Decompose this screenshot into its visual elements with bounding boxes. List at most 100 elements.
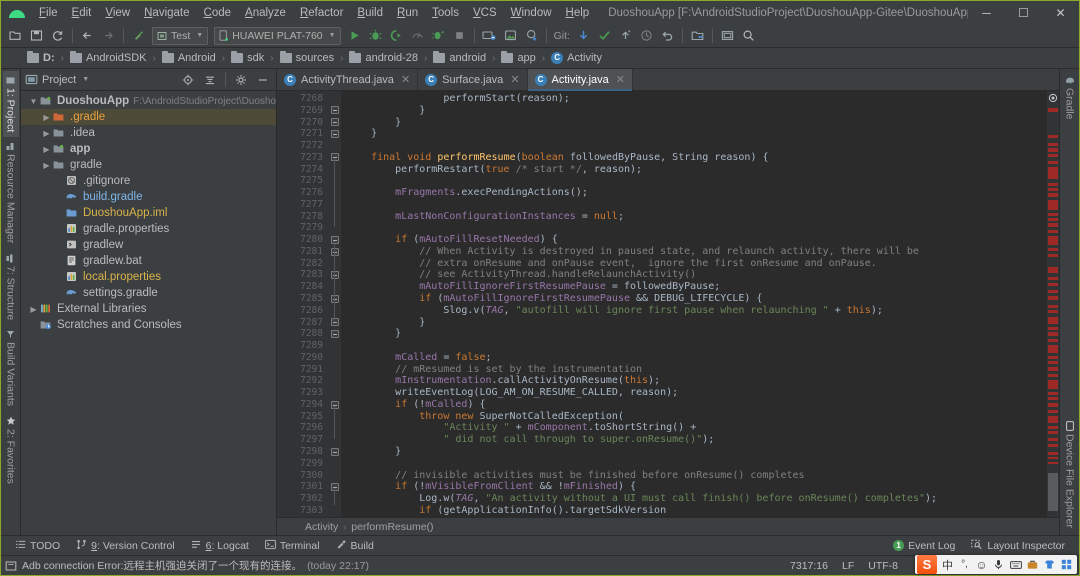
close-icon[interactable]: ✕ [401, 73, 410, 86]
save-all-icon[interactable] [26, 26, 47, 46]
error-marker[interactable] [1048, 277, 1058, 280]
tree-node-gradle[interactable]: ▶gradle [21, 157, 276, 173]
file-encoding[interactable]: UTF-8 [861, 560, 905, 572]
error-marker[interactable] [1048, 135, 1058, 138]
scrollbar-thumb[interactable] [1048, 473, 1058, 511]
punctuation-icon[interactable]: °, [956, 556, 973, 573]
rail-button-2--favorites[interactable]: 2: Favorites [3, 411, 19, 489]
sogou-ime-logo-icon[interactable]: S [917, 555, 937, 574]
emoji-icon[interactable]: ☺ [973, 556, 990, 573]
menu-navigate[interactable]: Navigate [137, 4, 196, 22]
menu-edit[interactable]: Edit [65, 4, 99, 22]
maximize-button[interactable]: ☐ [1005, 1, 1042, 24]
tool-window-6--logcat[interactable]: 6: Logcat [183, 537, 257, 555]
error-marker[interactable] [1048, 339, 1058, 342]
fold-expanded-icon[interactable] [331, 483, 339, 491]
error-marker[interactable] [1048, 462, 1058, 464]
breadcrumb-item-app[interactable]: app [499, 51, 537, 65]
error-marker[interactable] [1048, 380, 1058, 389]
editor-breadcrumb-item[interactable]: performResume() [351, 521, 433, 533]
error-marker[interactable] [1048, 327, 1058, 330]
error-marker[interactable] [1048, 267, 1058, 273]
git-push-icon[interactable] [615, 26, 636, 46]
gradle-sync-icon[interactable] [521, 26, 542, 46]
error-marker[interactable] [1048, 426, 1058, 429]
error-marker[interactable] [1048, 254, 1058, 257]
fold-collapse-icon[interactable] [331, 118, 339, 126]
error-marker[interactable] [1048, 452, 1058, 455]
tree-expander-icon[interactable]: ▼ [27, 97, 40, 106]
tree-expander-icon[interactable]: ▶ [40, 113, 53, 122]
chinese-mode-icon[interactable]: 中 [939, 556, 956, 573]
git-commit-icon[interactable] [594, 26, 615, 46]
sdk-manager-icon[interactable] [500, 26, 521, 46]
more-apps-icon[interactable] [1058, 556, 1075, 573]
close-icon[interactable]: ✕ [510, 73, 519, 86]
editor-tab-surface-java[interactable]: CSurface.java✕ [418, 69, 527, 90]
tree-expander-icon[interactable]: ▶ [40, 129, 53, 138]
tool-window-event-log[interactable]: 1Event Log [885, 538, 963, 554]
fold-expanded-icon[interactable] [331, 248, 339, 256]
history-icon[interactable] [636, 26, 657, 46]
tree-node-settings-gradle[interactable]: settings.gradle [21, 285, 276, 301]
rail-button-build-variants[interactable]: Build Variants [3, 325, 19, 411]
error-marker[interactable] [1048, 143, 1058, 146]
error-marker[interactable] [1048, 183, 1058, 186]
debug-icon[interactable] [365, 26, 386, 46]
tree-node--gradle[interactable]: ▶.gradle [21, 109, 276, 125]
breadcrumb-item-sources[interactable]: sources [278, 51, 337, 65]
build-hammer-icon[interactable] [128, 26, 149, 46]
breadcrumb-item-android[interactable]: Android [160, 51, 218, 65]
rail-button-1--project[interactable]: 1: Project [3, 71, 19, 137]
menu-vcs[interactable]: VCS [466, 4, 504, 22]
close-icon[interactable]: ✕ [616, 73, 625, 86]
revert-icon[interactable] [657, 26, 678, 46]
skin-icon[interactable] [1041, 556, 1058, 573]
error-marker[interactable] [1048, 248, 1058, 251]
soft-keyboard-icon[interactable] [1007, 556, 1024, 573]
tree-node-external-libraries[interactable]: ▶External Libraries [21, 301, 276, 317]
device-selector[interactable]: HUAWEI PLAT-760 ▼ [214, 27, 340, 45]
error-marker[interactable] [1048, 290, 1058, 293]
tree-expander-icon[interactable]: ▶ [27, 305, 40, 314]
tool-window-todo[interactable]: TODO [7, 537, 68, 555]
tree-node-duoshouapp[interactable]: ▼DuoshouAppF:\AndroidStudioProject\Duosh… [21, 93, 276, 109]
error-marker[interactable] [1048, 230, 1058, 233]
breadcrumb-item-android[interactable]: android [431, 51, 488, 65]
tree-node--idea[interactable]: ▶.idea [21, 125, 276, 141]
fold-collapse-icon[interactable] [331, 448, 339, 456]
tree-node--gitignore[interactable]: .gitignore [21, 173, 276, 189]
tree-node-gradlew-bat[interactable]: gradlew.bat [21, 253, 276, 269]
error-marker[interactable] [1048, 374, 1058, 377]
tree-node-local-properties[interactable]: local.properties [21, 269, 276, 285]
tool-window-build[interactable]: Build [328, 537, 382, 555]
fold-expanded-icon[interactable] [331, 153, 339, 161]
apply-changes-icon[interactable] [428, 26, 449, 46]
error-marker[interactable] [1048, 154, 1058, 157]
stop-icon[interactable] [449, 26, 470, 46]
close-button[interactable]: ✕ [1042, 1, 1079, 24]
error-stripe-scrollbar[interactable] [1047, 91, 1059, 517]
hide-panel-icon[interactable] [254, 71, 272, 89]
error-marker[interactable] [1048, 444, 1058, 447]
error-marker[interactable] [1048, 305, 1058, 308]
error-marker[interactable] [1048, 193, 1058, 197]
editor-breadcrumb-item[interactable]: Activity [305, 521, 338, 533]
status-message[interactable]: Adb connection Error:远程主机强迫关闭了一个现有的连接。 (… [5, 558, 369, 573]
fold-expanded-icon[interactable] [331, 401, 339, 409]
rail-button-7--structure[interactable]: 7: Structure [3, 249, 19, 325]
line-separator[interactable]: LF [835, 560, 861, 572]
menu-build[interactable]: Build [350, 4, 390, 22]
fold-collapse-icon[interactable] [331, 106, 339, 114]
layout-editor-icon[interactable] [717, 26, 738, 46]
error-marker[interactable] [1048, 317, 1058, 324]
profiler-icon[interactable] [407, 26, 428, 46]
voice-input-icon[interactable] [990, 556, 1007, 573]
error-marker[interactable] [1048, 457, 1058, 459]
error-marker[interactable] [1048, 161, 1058, 164]
tree-node-gradlew[interactable]: gradlew [21, 237, 276, 253]
error-marker[interactable] [1048, 345, 1058, 353]
run-configuration-selector[interactable]: Test ▼ [152, 27, 208, 45]
error-marker[interactable] [1048, 397, 1058, 400]
tool-window-9--version-control[interactable]: 9: Version Control [68, 537, 182, 555]
